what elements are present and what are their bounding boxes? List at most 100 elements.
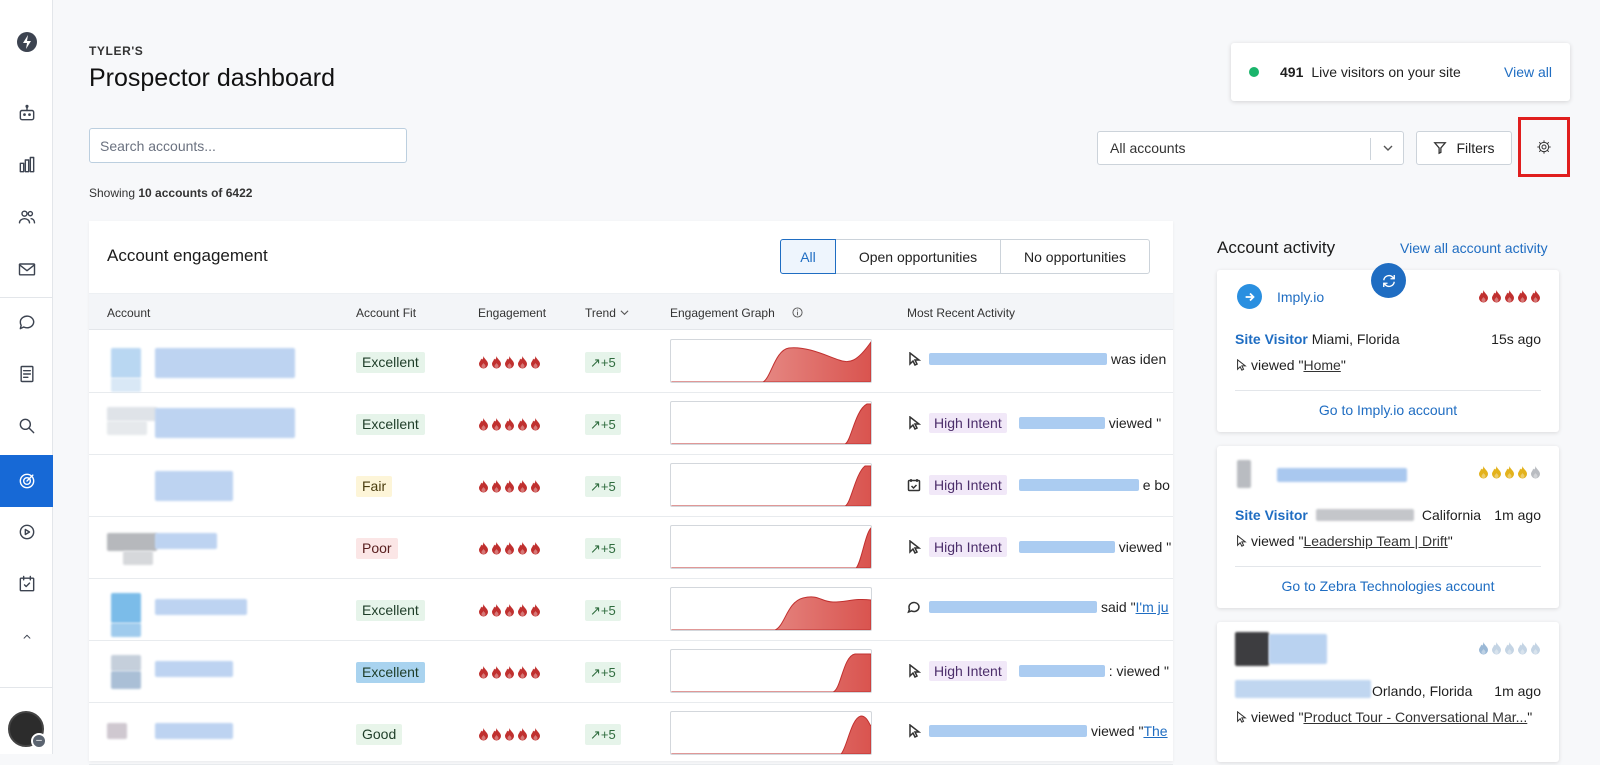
account-name-redacted bbox=[107, 407, 157, 421]
collapse-chevron-icon[interactable] bbox=[0, 614, 53, 660]
account-name-redacted bbox=[155, 599, 247, 615]
account-filter-select[interactable]: All accounts bbox=[1097, 131, 1404, 165]
reports-icon[interactable] bbox=[0, 142, 53, 188]
activity-cell[interactable]: High Intent viewed " bbox=[907, 413, 1161, 433]
activity-time: 1m ago bbox=[1494, 507, 1541, 523]
flame-icon bbox=[491, 355, 502, 369]
flame-icon bbox=[491, 727, 502, 741]
activity-cell[interactable]: said " I'm ju bbox=[907, 599, 1169, 615]
view-all-link[interactable]: View all bbox=[1504, 64, 1552, 80]
account-name-redacted bbox=[111, 378, 141, 392]
tab-all[interactable]: All bbox=[780, 239, 836, 274]
pointer-icon bbox=[1235, 709, 1251, 725]
account-name-redacted bbox=[155, 471, 233, 501]
activity-cell[interactable]: High Intent e bo bbox=[907, 475, 1170, 495]
refresh-icon bbox=[1382, 274, 1395, 287]
pointer-icon bbox=[907, 351, 922, 367]
table-row[interactable]: Excellent ↗+5 High Intent: viewed " bbox=[89, 641, 1173, 703]
company-name-redacted bbox=[1269, 634, 1327, 664]
chevron-down-icon bbox=[1383, 145, 1393, 151]
trend-badge: ↗+5 bbox=[585, 476, 621, 497]
flame-icon bbox=[530, 665, 541, 679]
table-row[interactable]: Poor ↗+5 High Intent viewed " bbox=[89, 517, 1173, 579]
page-link[interactable]: Leadership Team | Drift bbox=[1303, 533, 1447, 549]
account-fit-badge: Good bbox=[356, 724, 403, 745]
page-link[interactable]: Home bbox=[1303, 357, 1340, 373]
flame-icon bbox=[504, 603, 515, 617]
table-row[interactable]: Good ↗+5 viewed " The bbox=[89, 703, 1173, 765]
view-all-activity-link[interactable]: View all account activity bbox=[1400, 240, 1548, 256]
account-name-redacted bbox=[107, 533, 157, 551]
opportunity-segmented-control: All Open opportunities No opportunities bbox=[780, 239, 1150, 274]
drift-logo-icon[interactable] bbox=[0, 19, 53, 65]
table-row[interactable]: Excellent ↗+5 was iden bbox=[89, 331, 1173, 393]
col-account-fit[interactable]: Account Fit bbox=[356, 306, 416, 320]
high-intent-badge: High Intent bbox=[929, 413, 1007, 433]
live-status-dot bbox=[1249, 67, 1259, 77]
activity-cell[interactable]: was iden bbox=[907, 351, 1166, 367]
go-to-account-link[interactable]: Go to Imply.io account bbox=[1217, 402, 1559, 418]
settings-button[interactable] bbox=[1518, 117, 1570, 177]
meetings-icon[interactable] bbox=[0, 561, 53, 607]
prospector-icon[interactable] bbox=[0, 455, 53, 507]
activity-cell[interactable]: High Intent viewed " bbox=[907, 537, 1171, 557]
activity-cell[interactable]: High Intent: viewed " bbox=[907, 661, 1169, 681]
conversations-icon[interactable] bbox=[0, 299, 53, 345]
flame-icon bbox=[478, 479, 489, 493]
search-icon[interactable] bbox=[0, 403, 53, 449]
tab-open-opportunities[interactable]: Open opportunities bbox=[835, 239, 1001, 274]
pointer-icon bbox=[907, 723, 922, 739]
flame-icon bbox=[504, 665, 515, 679]
company-name[interactable]: Imply.io bbox=[1277, 289, 1324, 305]
email-icon[interactable] bbox=[0, 246, 53, 292]
flame-icon bbox=[504, 355, 515, 369]
activity-text: said " bbox=[1101, 599, 1136, 615]
page-link[interactable]: Product Tour - Conversational Mar... bbox=[1303, 709, 1527, 725]
tab-no-opportunities[interactable]: No opportunities bbox=[1000, 239, 1150, 274]
company-logo bbox=[1235, 632, 1269, 666]
flame-icon bbox=[491, 603, 502, 617]
video-icon[interactable] bbox=[0, 509, 53, 555]
activity-link[interactable]: I'm ju bbox=[1136, 599, 1169, 615]
live-visitor-count: 491 bbox=[1280, 64, 1304, 80]
flame-icon bbox=[530, 479, 541, 493]
site-visitor-label[interactable]: Site Visitor bbox=[1235, 331, 1308, 347]
account-name-redacted bbox=[155, 348, 295, 378]
flame-icon bbox=[478, 665, 489, 679]
activity-card: Orlando, Florida 1m ago viewed "Product … bbox=[1217, 622, 1559, 762]
flame-icon bbox=[491, 417, 502, 431]
col-engagement[interactable]: Engagement bbox=[478, 306, 546, 320]
flame-icon bbox=[504, 541, 515, 555]
activity-link[interactable]: The bbox=[1143, 723, 1167, 739]
col-trend[interactable]: Trend bbox=[585, 306, 630, 320]
avatar[interactable]: – bbox=[8, 711, 47, 749]
pointer-icon bbox=[1235, 357, 1251, 373]
account-filter-value: All accounts bbox=[1110, 140, 1186, 156]
flame-icon bbox=[530, 727, 541, 741]
viewed-line: viewed "Leadership Team | Drift" bbox=[1235, 533, 1453, 549]
site-visitor-label[interactable]: Site Visitor bbox=[1235, 507, 1308, 523]
bot-icon[interactable] bbox=[0, 90, 53, 136]
company-name-redacted bbox=[1277, 468, 1407, 482]
activity-text: : viewed " bbox=[1108, 663, 1169, 679]
table-row[interactable]: Fair ↗+5 High Intent e bo bbox=[89, 455, 1173, 517]
refresh-button[interactable] bbox=[1371, 263, 1406, 298]
flame-icon bbox=[491, 665, 502, 679]
playbooks-icon[interactable] bbox=[0, 351, 53, 397]
flame-icon bbox=[478, 355, 489, 369]
go-to-account-link[interactable]: Go to Zebra Technologies account bbox=[1217, 578, 1559, 594]
col-account[interactable]: Account bbox=[107, 306, 150, 320]
pointer-icon bbox=[1235, 533, 1251, 549]
page-title: Prospector dashboard bbox=[89, 64, 335, 92]
search-input[interactable] bbox=[89, 128, 407, 163]
table-row[interactable]: Excellent ↗+5 High Intent viewed " bbox=[89, 393, 1173, 455]
activity-cell[interactable]: viewed " The bbox=[907, 723, 1168, 739]
account-fit-badge: Poor bbox=[356, 538, 398, 559]
account-name-redacted bbox=[111, 348, 141, 378]
table-row[interactable]: Excellent ↗+5 said " I'm ju bbox=[89, 579, 1173, 641]
contacts-icon[interactable] bbox=[0, 194, 53, 240]
filters-button[interactable]: Filters bbox=[1416, 131, 1512, 165]
engagement-flames bbox=[478, 417, 541, 431]
visitor-redacted bbox=[1018, 665, 1105, 677]
info-icon[interactable] bbox=[792, 307, 803, 318]
